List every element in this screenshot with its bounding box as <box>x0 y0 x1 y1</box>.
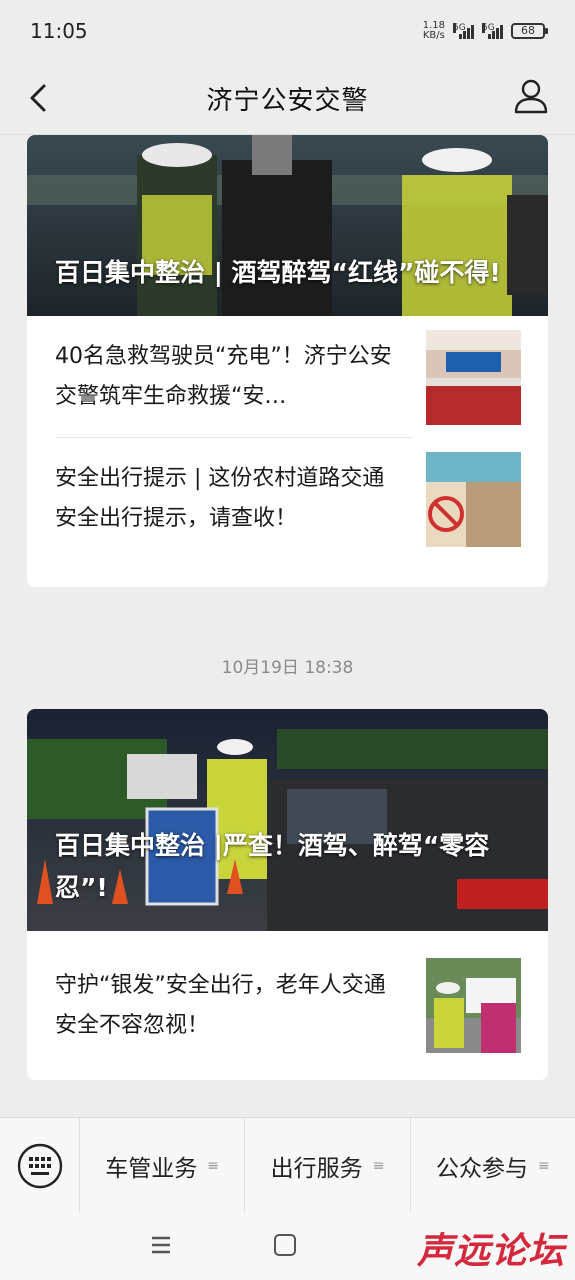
menu-label: 出行服务 <box>270 1155 363 1182</box>
cover-title: 百日集中整治 | 酒驾醉驾“红线”碰不得! <box>55 258 501 287</box>
system-navigation-bar: 声远论坛 <box>0 1212 575 1280</box>
article-cover[interactable]: 百日集中整治 |严查！酒驾、醉驾“零容忍”! <box>27 709 548 931</box>
bottom-menu: 车管业务 ≡ 出行服务 ≡ 公众参与 ≡ <box>0 1117 575 1213</box>
menu-list-icon: ≡ <box>372 1157 385 1174</box>
menu-label: 公众参与 <box>435 1155 528 1182</box>
signal-icon-2: 5G <box>482 23 503 39</box>
status-bar: 11:05 1.18 KB/s 5G 5G 68 <box>0 0 575 62</box>
network-speed-unit: KB/s <box>422 30 445 41</box>
cover-title: 百日集中整治 |严查！酒驾、醉驾“零容忍”! <box>55 831 490 902</box>
article-thumbnail <box>426 329 521 425</box>
article-title: 守护“银发”安全出行，老年人交通安全不容忽视！ <box>55 972 386 1038</box>
signal-1-label: 5G <box>453 23 466 33</box>
menu-travel-services[interactable]: 出行服务 ≡ <box>245 1118 411 1213</box>
profile-button[interactable] <box>511 76 551 116</box>
header-bar: 济宁公安交警 <box>0 62 575 135</box>
article-thumbnail <box>426 958 521 1053</box>
back-button[interactable] <box>22 80 58 116</box>
menu-list-icon: ≡ <box>537 1157 550 1174</box>
battery-icon: 68 <box>511 23 548 39</box>
article-cover[interactable]: 百日集中整治 | 酒驾醉驾“红线”碰不得! <box>27 135 548 316</box>
page-title: 济宁公安交警 <box>206 85 369 116</box>
menu-vehicle-services[interactable]: 车管业务 ≡ <box>80 1118 246 1213</box>
signal-icon: 5G <box>453 23 474 39</box>
forum-watermark: 声远论坛 <box>416 1231 565 1272</box>
article-item[interactable]: 守护“银发”安全出行，老年人交通安全不容忽视！ <box>27 931 548 1080</box>
signal-2-label: 5G <box>482 23 495 33</box>
home-button[interactable] <box>274 1234 296 1256</box>
article-thumbnail <box>426 451 521 547</box>
article-group-card: 百日集中整治 |严查！酒驾、醉驾“零容忍”! 守护“银发”安全出行，老年人交通安… <box>27 709 548 1080</box>
chevron-left-icon <box>30 84 46 112</box>
status-indicators: 1.18 KB/s 5G 5G 68 <box>423 21 548 41</box>
menu-public-participation[interactable]: 公众参与 ≡ <box>411 1118 575 1213</box>
keyboard-icon <box>17 1143 62 1188</box>
timestamp: 10月19日 18:38 <box>221 658 354 678</box>
person-icon <box>514 79 548 114</box>
menu-icon <box>152 1236 170 1254</box>
keyboard-toggle-button[interactable] <box>0 1118 80 1213</box>
recent-apps-button[interactable] <box>150 1234 172 1256</box>
menu-label: 车管业务 <box>105 1155 198 1182</box>
article-group-card: 百日集中整治 | 酒驾醉驾“红线”碰不得! 40名急救驾驶员“充电”！济宁公安交… <box>27 135 548 587</box>
status-time: 11:05 <box>30 19 88 43</box>
message-feed[interactable]: 百日集中整治 | 酒驾醉驾“红线”碰不得! 40名急救驾驶员“充电”！济宁公安交… <box>0 135 575 1117</box>
article-title: 安全出行提示 | 这份农村道路交通安全出行提示，请查收！ <box>55 466 385 531</box>
article-item[interactable]: 40名急救驾驶员“充电”！济宁公安交警筑牢生命救援“安… <box>27 316 548 438</box>
menu-list-icon: ≡ <box>207 1157 220 1174</box>
article-title: 40名急救驾驶员“充电”！济宁公安交警筑牢生命救援“安… <box>55 344 392 409</box>
article-item[interactable]: 安全出行提示 | 这份农村道路交通安全出行提示，请查收！ <box>27 438 548 560</box>
battery-level: 68 <box>521 24 535 37</box>
network-speed: 1.18 KB/s <box>423 21 445 41</box>
